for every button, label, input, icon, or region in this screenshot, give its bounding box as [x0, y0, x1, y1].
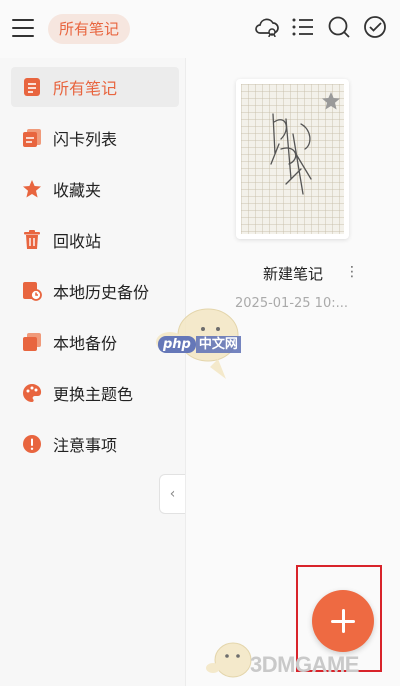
search-icon[interactable] — [326, 14, 352, 40]
watermark-3dmgame: 3DMGAME — [250, 652, 359, 677]
sidebar-item-all-notes[interactable]: 所有笔记 — [11, 67, 179, 107]
sidebar-item-label: 回收站 — [53, 232, 102, 251]
flashcard-icon — [21, 127, 43, 149]
page-title[interactable]: 所有笔记 — [48, 14, 131, 44]
more-options-icon[interactable]: ⋮ — [345, 264, 359, 280]
check-circle-icon[interactable] — [362, 14, 388, 40]
alert-icon — [21, 433, 43, 455]
chevron-left-icon: ‹ — [169, 486, 176, 502]
palette-icon — [21, 382, 43, 404]
trash-icon — [21, 229, 43, 251]
sidebar-item-label: 收藏夹 — [53, 181, 102, 200]
sidebar-item-label: 本地历史备份 — [53, 283, 150, 302]
sidebar-item-label: 所有笔记 — [53, 79, 118, 98]
star-icon — [21, 178, 43, 200]
sidebar-item-favorites[interactable]: 收藏夹 — [11, 169, 179, 209]
sidebar-item-label: 注意事项 — [53, 436, 118, 455]
toolbar-icons — [254, 14, 388, 40]
notes-icon — [21, 76, 43, 98]
list-icon[interactable] — [290, 14, 316, 40]
history-backup-icon — [21, 280, 43, 302]
top-bar: 所有笔记 — [0, 0, 400, 58]
sidebar-collapse-button[interactable]: ‹ — [159, 474, 185, 514]
sidebar-item-trash[interactable]: 回收站 — [11, 220, 179, 260]
watermark-php: php 中文网 — [158, 333, 241, 353]
add-note-button[interactable] — [312, 590, 374, 652]
sidebar-item-flashcards[interactable]: 闪卡列表 — [11, 118, 179, 158]
sidebar-item-label: 更换主题色 — [53, 385, 134, 404]
watermark-3dm-mascot — [206, 642, 252, 678]
sidebar-item-label: 闪卡列表 — [53, 130, 118, 149]
favorite-star-icon[interactable] — [321, 91, 341, 111]
sidebar-item-notes[interactable]: 注意事项 — [11, 424, 179, 464]
note-thumbnail — [241, 84, 344, 234]
menu-icon[interactable] — [12, 16, 36, 40]
note-date: 2025-01-25 10:... — [235, 296, 349, 311]
sidebar-item-label: 本地备份 — [53, 334, 118, 353]
backup-icon — [21, 331, 43, 353]
note-card[interactable] — [236, 79, 349, 239]
cloud-sync-icon[interactable] — [254, 14, 280, 40]
